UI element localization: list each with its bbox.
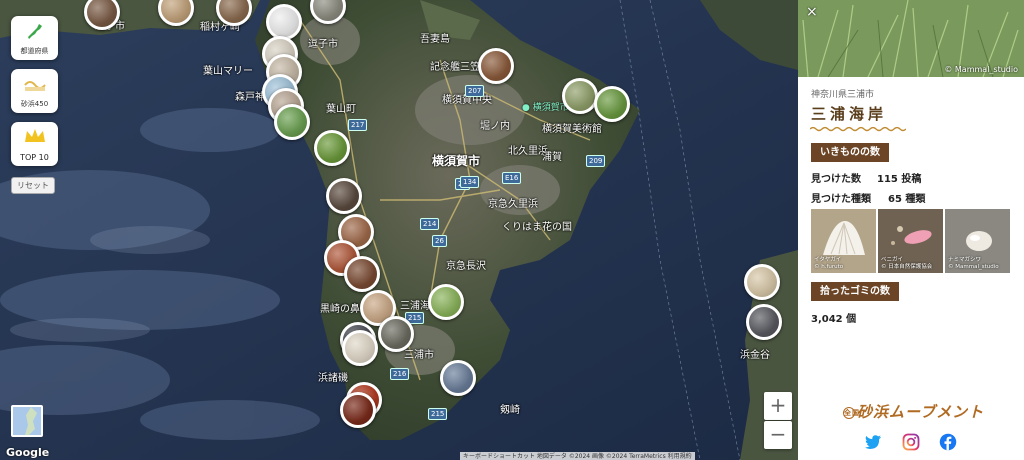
photo-marker[interactable] <box>342 330 378 366</box>
prefecture-label: 都道府県 <box>20 47 49 55</box>
map-place-label: 浦賀 <box>542 152 562 163</box>
map-imagery <box>0 0 798 460</box>
photo-marker[interactable] <box>158 0 194 26</box>
map-attribution[interactable]: キーボードショートカット 地図データ ©2024 画像 ©2024 TerraM… <box>460 452 695 460</box>
map-poi-label[interactable]: ● 横須賀市 <box>522 100 569 113</box>
prefecture-text: 神奈川県三浦市 <box>811 90 875 100</box>
facebook-icon[interactable] <box>939 433 957 451</box>
map-place-label: 京急久里浜 <box>488 199 538 210</box>
beach-detail-panel: © Mammal_studio × 神奈川県三浦市 三浦海岸 いきものの数 見つ… <box>798 0 1024 460</box>
map-place-label: 横須賀美術館 <box>542 124 602 135</box>
hero-credit: © Mammal_studio <box>944 65 1018 74</box>
beach-wave-icon <box>23 75 46 97</box>
found-species-value: 65 種類 <box>888 194 926 205</box>
found-species-row: 見つけた種類 65 種類 <box>811 190 925 205</box>
map-place-label: 葉山マリー <box>203 66 253 77</box>
sand-beach-button[interactable]: 砂浜450 <box>11 69 58 113</box>
twitter-icon[interactable] <box>864 433 882 451</box>
photo-marker[interactable] <box>440 360 476 396</box>
photo-marker[interactable] <box>340 392 376 428</box>
species-credit: © h.furuto <box>814 264 844 270</box>
section-living-things: いきものの数 <box>811 143 889 162</box>
photo-marker[interactable] <box>562 78 598 114</box>
species-thumb[interactable]: イタヤガイ © h.furuto <box>811 209 876 273</box>
photo-marker[interactable] <box>326 178 362 214</box>
photo-marker[interactable] <box>344 256 380 292</box>
photo-marker[interactable] <box>314 130 350 166</box>
map-place-label: 浜諸磯 <box>318 373 348 384</box>
photo-marker[interactable] <box>478 48 514 84</box>
app-root: 吾妻島 記念艦三笠 逗子市 稲村ヶ崎 葉山マリー 森戸神 葉山町 横須賀市 横須賀中央 堀ノ内 北久… <box>0 0 1024 460</box>
found-species-label: 見つけた種類 <box>811 194 871 205</box>
map-place-label: 剱崎 <box>500 405 520 416</box>
route-number-shield: 207 <box>465 85 485 97</box>
photo-marker[interactable] <box>274 104 310 140</box>
species-name: ナミマガシワ <box>948 257 982 263</box>
route-number-shield: 216 <box>390 368 410 380</box>
map-type-thumbnail[interactable] <box>11 405 43 437</box>
photo-marker[interactable] <box>310 0 346 24</box>
found-count-value: 115 投稿 <box>877 174 922 185</box>
photo-marker[interactable] <box>378 316 414 352</box>
map-place-label: 吾妻島 <box>420 34 450 45</box>
species-thumb[interactable]: ベニガイ © 日本自然保護協会 <box>878 209 943 273</box>
beach-name: 三浦海岸 <box>811 105 888 123</box>
close-icon[interactable]: × <box>806 4 818 20</box>
species-thumb[interactable]: ナミマガシワ © Mammal_studio <box>945 209 1010 273</box>
map-place-label: 三浦海 <box>400 301 430 312</box>
section-garbage: 拾ったゴミの数 <box>811 282 899 301</box>
sand-beach-label: 砂浜450 <box>20 100 49 108</box>
route-number-shield: 209 <box>586 155 606 167</box>
zoom-out-button[interactable]: − <box>764 421 792 449</box>
satellite-map[interactable]: 吾妻島 記念艦三笠 逗子市 稲村ヶ崎 葉山マリー 森戸神 葉山町 横須賀市 横須賀中央 堀ノ内 北久… <box>0 0 798 460</box>
species-credit: © Mammal_studio <box>948 264 999 270</box>
map-place-label: 黒崎の鼻 <box>320 304 360 315</box>
map-place-label: くりはま花の国 <box>502 222 572 233</box>
route-number-shield: 26 <box>432 235 447 247</box>
photo-marker[interactable] <box>746 304 782 340</box>
photo-marker[interactable] <box>84 0 120 30</box>
photo-marker[interactable] <box>594 86 630 122</box>
sand-movement-logo: 全国砂浜ムーブメント <box>843 401 984 422</box>
photo-marker[interactable] <box>216 0 252 26</box>
google-logo: Google <box>6 446 50 459</box>
map-place-label: 浜金谷 <box>740 350 770 361</box>
logo-mini-mark: 全国 <box>843 406 860 419</box>
route-number-shield: 214 <box>420 218 440 230</box>
map-place-label: 葉山町 <box>326 104 356 115</box>
reset-button[interactable]: リセット <box>11 177 55 194</box>
route-number-shield: 134 <box>460 176 480 188</box>
logo-text: 砂浜ムーブメント <box>857 403 985 421</box>
zoom-in-button[interactable]: + <box>764 392 792 420</box>
route-number-shield: E16 <box>502 172 522 184</box>
japan-map-icon <box>25 22 45 46</box>
species-thumbnails: イタヤガイ © h.furuto ベニガイ © 日本自然保護協会 ナミマガシワ © M… <box>811 209 1011 273</box>
map-place-label: 記念艦三笠 <box>430 62 480 73</box>
species-credit: © 日本自然保護協会 <box>881 264 933 270</box>
species-name: イタヤガイ <box>814 257 842 263</box>
found-count-label: 見つけた数 <box>811 174 861 185</box>
species-name: ベニガイ <box>881 257 904 263</box>
found-count-row: 見つけた数 115 投稿 <box>811 170 921 185</box>
photo-marker[interactable] <box>744 264 780 300</box>
photo-marker[interactable] <box>266 4 302 40</box>
map-place-label: 森戸神 <box>235 92 265 103</box>
crown-icon <box>24 128 46 148</box>
top10-label: TOP 10 <box>20 153 49 162</box>
route-number-shield: 215 <box>428 408 448 420</box>
instagram-icon[interactable] <box>902 433 920 451</box>
top10-button[interactable]: TOP 10 <box>11 122 58 166</box>
map-place-label: 京急長沢 <box>446 261 486 272</box>
prefecture-button[interactable]: 都道府県 <box>11 16 58 60</box>
hero-photo: © Mammal_studio <box>798 0 1024 77</box>
wavy-underline <box>810 126 906 132</box>
photo-marker[interactable] <box>428 284 464 320</box>
map-place-label: 堀ノ内 <box>480 121 510 132</box>
map-place-label: 逗子市 <box>308 39 338 50</box>
garbage-count: 3,042 個 <box>811 314 857 325</box>
route-number-shield: 217 <box>348 119 368 131</box>
map-place-label: 横須賀市 <box>432 154 481 168</box>
